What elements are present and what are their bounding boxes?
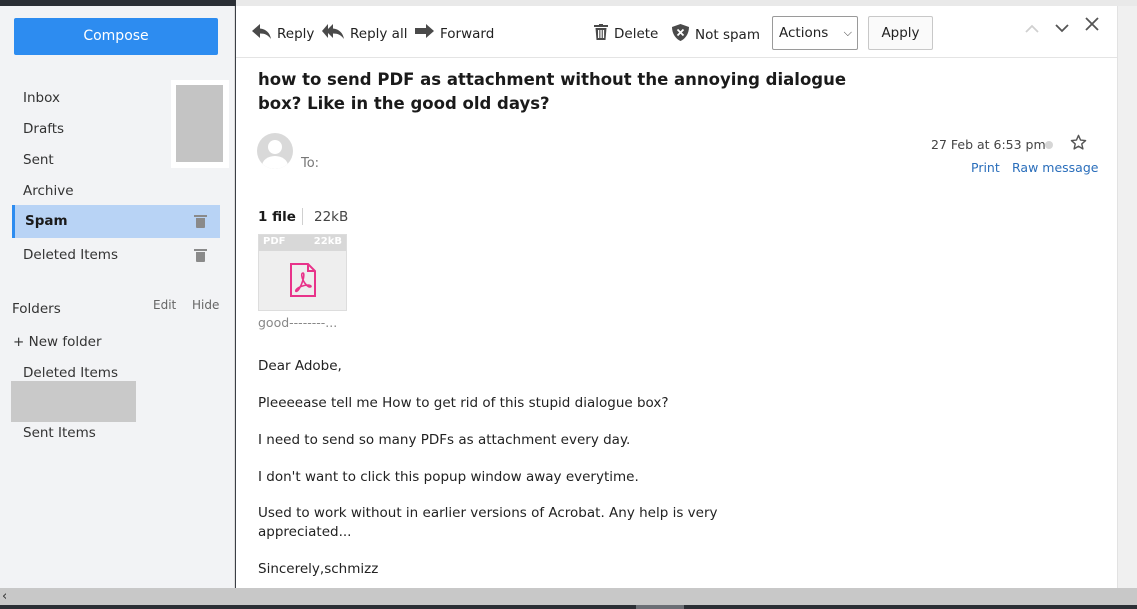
forward-icon <box>415 24 434 43</box>
message-view: Reply Reply all Forward Delete Not spam <box>236 6 1117 588</box>
pdf-icon <box>290 263 316 297</box>
body-line: Sincerely,schmizz <box>258 561 379 577</box>
shield-icon <box>672 24 689 45</box>
folders-title: Folders <box>12 301 61 317</box>
sidebar-item-label: Inbox <box>23 90 60 106</box>
not-spam-label: Not spam <box>695 26 760 43</box>
to-label: To: <box>301 156 320 171</box>
new-folder-button[interactable]: + New folder <box>13 334 102 350</box>
body-line: I don't want to click this popup window … <box>258 469 639 485</box>
sidebar-item-label: Spam <box>25 213 68 229</box>
attachment-count: 1 file <box>258 209 296 225</box>
reply-label: Reply <box>277 25 315 42</box>
read-status-dot-icon[interactable] <box>1045 141 1053 149</box>
message-date: 27 Feb at 6:53 pm <box>931 137 1046 152</box>
folder-item-sent-items[interactable]: Sent Items <box>23 425 96 441</box>
actions-select[interactable]: Actions ⌵ <box>772 16 858 50</box>
previous-message-chevron-up-icon[interactable] <box>1025 18 1039 37</box>
taskbar-segment <box>636 605 684 609</box>
star-icon[interactable] <box>1070 134 1087 155</box>
actions-select-value: Actions <box>779 25 829 41</box>
redacted-thumbnail <box>171 80 229 168</box>
raw-message-link[interactable]: Raw message <box>1012 160 1098 175</box>
body-line: Pleeeease tell me How to get rid of this… <box>258 395 669 411</box>
attachment-total-size: 22kB <box>314 209 349 225</box>
reply-all-label: Reply all <box>350 25 408 42</box>
sidebar-item-spam[interactable]: Spam <box>12 205 220 238</box>
sidebar-item-label: Sent <box>23 152 54 168</box>
attachment-header-bar: PDF 22kB <box>259 235 346 251</box>
sidebar-item-label: Drafts <box>23 121 65 137</box>
close-icon[interactable] <box>1085 14 1099 36</box>
body-line: Dear Adobe, <box>258 358 342 374</box>
scroll-left-arrow-icon[interactable]: ‹ <box>2 588 7 605</box>
attachment-type: PDF <box>263 236 286 247</box>
divider <box>302 208 303 225</box>
folders-edit-link[interactable]: Edit <box>153 298 176 312</box>
body-line: I need to send so many PDFs as attachmen… <box>258 432 631 448</box>
sidebar-item-deleted-items[interactable]: Deleted Items <box>12 240 220 271</box>
sidebar: Compose Inbox Drafts Sent Archive Spam D… <box>0 6 235 588</box>
forward-button[interactable]: Forward <box>415 24 494 43</box>
reply-button[interactable]: Reply <box>252 24 314 43</box>
empty-spam-trash-icon[interactable] <box>194 215 207 228</box>
attachment-name[interactable]: good--------... <box>258 315 337 330</box>
chevron-down-icon: ⌵ <box>843 26 852 39</box>
apply-button[interactable]: Apply <box>868 16 933 50</box>
horizontal-scrollbar[interactable]: ‹ <box>0 588 1137 605</box>
delete-button[interactable]: Delete <box>594 24 658 44</box>
folder-item-deleted-items[interactable]: Deleted Items <box>23 365 118 381</box>
taskbar-strip <box>0 605 1137 609</box>
sender-avatar <box>257 133 293 169</box>
reply-all-icon <box>322 24 344 43</box>
vertical-scrollbar[interactable] <box>1117 6 1137 588</box>
forward-label: Forward <box>440 25 495 42</box>
reply-all-button[interactable]: Reply all <box>322 24 407 43</box>
trash-icon <box>594 24 608 44</box>
next-message-chevron-down-icon[interactable] <box>1055 18 1069 37</box>
reply-icon <box>252 24 271 43</box>
not-spam-button[interactable]: Not spam <box>672 24 760 45</box>
attachment-thumbnail[interactable]: PDF 22kB <box>258 234 347 311</box>
message-toolbar: Reply Reply all Forward Delete Not spam <box>236 6 1117 58</box>
print-link[interactable]: Print <box>971 160 1000 175</box>
delete-label: Delete <box>614 26 659 42</box>
sidebar-item-label: Deleted Items <box>23 247 118 263</box>
empty-deleted-trash-icon[interactable] <box>194 249 207 262</box>
body-line: appreciated... <box>258 524 352 540</box>
sidebar-item-archive[interactable]: Archive <box>12 176 220 207</box>
body-line: Used to work without in earlier versions… <box>258 505 718 521</box>
compose-button[interactable]: Compose <box>14 18 218 55</box>
attachment-size: 22kB <box>313 236 342 247</box>
sidebar-item-label: Archive <box>23 183 74 199</box>
message-subject: how to send PDF as attachment without th… <box>258 70 847 113</box>
folders-hide-link[interactable]: Hide <box>192 298 219 312</box>
redacted-folder-block <box>11 381 136 422</box>
